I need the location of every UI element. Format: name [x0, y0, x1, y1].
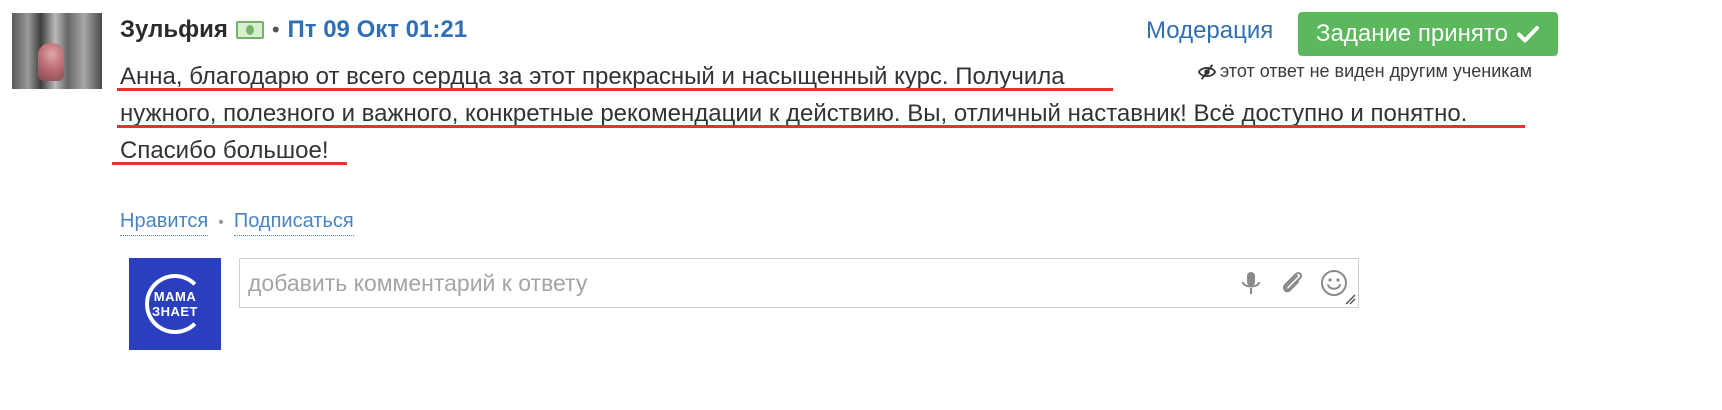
- task-accepted-label: Задание принято: [1316, 20, 1508, 47]
- check-icon: [1516, 26, 1539, 43]
- resize-handle-icon[interactable]: [1344, 293, 1356, 305]
- moderation-link[interactable]: Модерация: [1146, 17, 1273, 45]
- highlight-underline: [117, 88, 1113, 91]
- author-name[interactable]: Зульфия: [120, 16, 228, 44]
- avatar-photo: [38, 43, 64, 81]
- subscribe-link[interactable]: Подписаться: [233, 210, 354, 236]
- header-separator: •: [271, 17, 280, 42]
- answer-text: Анна, благодарю от всего сердца за этот …: [120, 58, 1560, 169]
- brand-logo: МАМА ЗНАЕТ: [129, 258, 221, 350]
- microphone-icon[interactable]: [1236, 268, 1266, 298]
- money-icon: [235, 21, 264, 39]
- post-date[interactable]: Пт 09 Окт 01:21: [288, 16, 468, 44]
- comment-input[interactable]: [240, 259, 1208, 307]
- brand-logo-mark: МАМА ЗНАЕТ: [145, 274, 205, 334]
- like-link[interactable]: Нравится: [120, 210, 209, 236]
- comment-box: [239, 258, 1359, 308]
- brand-line-1: МАМА: [153, 289, 197, 304]
- actions-separator: •: [218, 214, 224, 231]
- author-avatar[interactable]: [12, 13, 102, 89]
- paperclip-icon[interactable]: [1277, 268, 1307, 298]
- post-header: Зульфия • Пт 09 Окт 01:21: [120, 14, 467, 46]
- highlight-underline: [112, 162, 347, 165]
- task-accepted-button[interactable]: Задание принято: [1298, 12, 1558, 56]
- post-actions: Нравится • Подписаться: [120, 210, 354, 236]
- brand-line-2: ЗНАЕТ: [151, 304, 199, 319]
- highlight-underline: [117, 125, 1525, 128]
